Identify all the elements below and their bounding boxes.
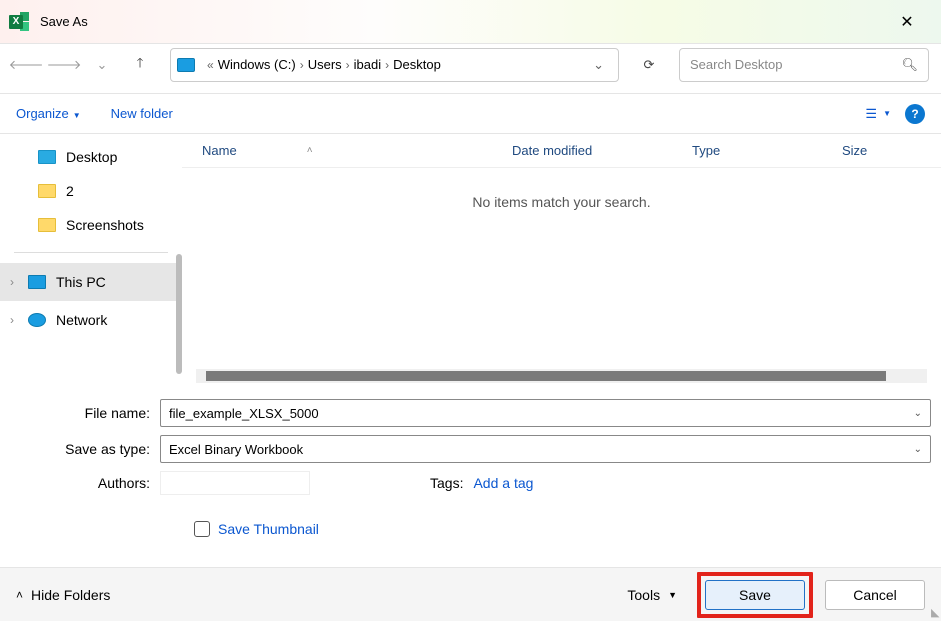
back-button[interactable]: 🡐 [12,49,40,81]
chevron-up-icon: ˄ [16,588,23,602]
crumb-1[interactable]: Users [308,57,342,72]
crumb-3[interactable]: Desktop [393,57,441,72]
empty-message: No items match your search. [182,194,941,210]
organize-menu[interactable]: Organize▼ [16,106,81,121]
crumb-0[interactable]: Windows (C:) [218,57,296,72]
bottom-bar: ˄ Hide Folders Tools▼ Save Cancel ◢ [0,567,941,621]
resize-grip[interactable]: ◢ [931,606,939,619]
sidebar-item-2[interactable]: 2 [0,174,182,208]
add-tag-link[interactable]: Add a tag [473,475,533,491]
cancel-button[interactable]: Cancel [825,580,925,610]
chevron-down-icon[interactable]: ⌄ [914,444,922,455]
address-bar[interactable]: « Windows (C:) › Users › ibadi › Desktop… [170,48,619,82]
sidebar-divider [14,252,168,253]
main-area: Desktop 2 Screenshots › This PC › Networ… [0,134,941,387]
col-size[interactable]: Size [822,143,941,158]
window-title: Save As [40,14,88,29]
col-name[interactable]: Name˄ [182,143,492,158]
folder-icon [38,218,56,232]
network-icon [28,313,46,327]
refresh-button[interactable]: ⟳ [629,48,669,82]
search-placeholder: Search Desktop [690,57,783,72]
folder-icon [38,184,56,198]
filename-input[interactable]: file_example_XLSX_5000 ⌄ [160,399,931,427]
sort-asc-icon: ˄ [307,145,313,156]
up-button[interactable]: 🡑 [126,49,154,81]
chevron-right-icon[interactable]: › [10,275,28,289]
column-headers: Name˄ Date modified Type Size [182,134,941,168]
recent-dropdown[interactable]: ⌄ [88,49,116,81]
view-menu[interactable]: ☰ ▼ [865,106,891,122]
chevron-right-icon[interactable]: › [10,313,28,327]
help-button[interactable]: ? [905,104,925,124]
savetype-select[interactable]: Excel Binary Workbook ⌄ [160,435,931,463]
sidebar-tree-network[interactable]: › Network [0,301,182,339]
search-icon: 🔍︎ [901,57,918,73]
col-type[interactable]: Type [672,143,822,158]
folder-icon [38,150,56,164]
hide-folders-button[interactable]: ˄ Hide Folders [16,587,110,603]
pc-icon [28,275,46,289]
drive-icon [177,58,195,72]
nav-row: 🡐 🡒 ⌄ 🡑 « Windows (C:) › Users › ibadi ›… [0,44,941,94]
savetype-label: Save as type: [10,441,160,457]
form-area: File name: file_example_XLSX_5000 ⌄ Save… [0,387,941,543]
chevron-down-icon[interactable]: ⌄ [914,408,922,419]
save-thumbnail-checkbox[interactable] [194,521,210,537]
forward-button[interactable]: 🡒 [50,49,78,81]
save-thumbnail-label[interactable]: Save Thumbnail [218,521,319,537]
col-date[interactable]: Date modified [492,143,672,158]
toolbar: Organize▼ New folder ☰ ▼ ? [0,94,941,134]
horizontal-scrollbar[interactable] [196,369,927,383]
save-highlight: Save [697,572,813,618]
authors-input[interactable] [160,471,310,495]
new-folder-button[interactable]: New folder [111,106,173,121]
sidebar: Desktop 2 Screenshots › This PC › Networ… [0,134,182,387]
filename-label: File name: [10,405,160,421]
close-button[interactable]: ✕ [885,0,929,44]
excel-icon: X [12,12,32,32]
save-button[interactable]: Save [705,580,805,610]
sidebar-item-desktop[interactable]: Desktop [0,140,182,174]
crumb-2[interactable]: ibadi [354,57,381,72]
sidebar-item-screenshots[interactable]: Screenshots [0,208,182,242]
tags-label: Tags: [430,475,463,491]
address-dropdown[interactable]: ⌄ [585,57,612,73]
breadcrumb-ellipsis: « [207,58,214,72]
file-list: Name˄ Date modified Type Size No items m… [182,134,941,387]
sidebar-tree-this-pc[interactable]: › This PC [0,263,182,301]
search-input[interactable]: Search Desktop 🔍︎ [679,48,929,82]
tools-menu[interactable]: Tools▼ [627,587,677,603]
title-bar: X Save As ✕ [0,0,941,44]
authors-label: Authors: [10,475,160,491]
